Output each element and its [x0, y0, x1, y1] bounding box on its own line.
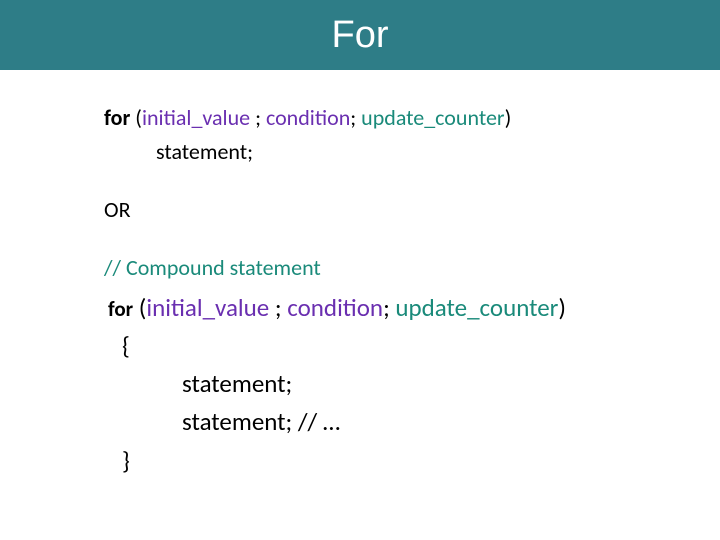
compound-statement-1: statement;: [104, 366, 660, 402]
title-bar: For: [0, 0, 720, 70]
separator: ;: [269, 292, 287, 323]
syntax-compound-line: for (initial_value ; condition; update_c…: [104, 290, 660, 326]
initial-value: initial_value: [142, 104, 250, 131]
update-counter: update_counter: [361, 104, 504, 131]
open-paren: (: [133, 292, 146, 323]
syntax-single-line: for (initial_value ; condition; update_c…: [104, 102, 660, 134]
open-paren: (: [130, 104, 142, 131]
condition: condition: [287, 292, 383, 323]
update-counter: update_counter: [395, 292, 558, 323]
close-paren: ): [505, 104, 512, 131]
initial-value: initial_value: [146, 292, 269, 323]
compound-comment: // Compound statement: [104, 252, 660, 284]
separator: ;: [350, 104, 361, 131]
slide-title: For: [332, 14, 389, 57]
close-brace: }: [104, 443, 660, 479]
slide-content: for (initial_value ; condition; update_c…: [0, 70, 720, 479]
close-paren: ): [558, 292, 566, 323]
compound-statement-2: statement; // …: [104, 404, 660, 440]
single-statement: statement;: [104, 136, 660, 168]
slide: For for (initial_value ; condition; upda…: [0, 0, 720, 540]
or-label: OR: [104, 194, 660, 226]
for-keyword: for: [108, 296, 133, 322]
separator: ;: [250, 104, 266, 131]
for-keyword: for: [104, 104, 130, 131]
condition: condition: [266, 104, 350, 131]
open-brace: {: [104, 328, 660, 364]
separator: ;: [383, 292, 395, 323]
